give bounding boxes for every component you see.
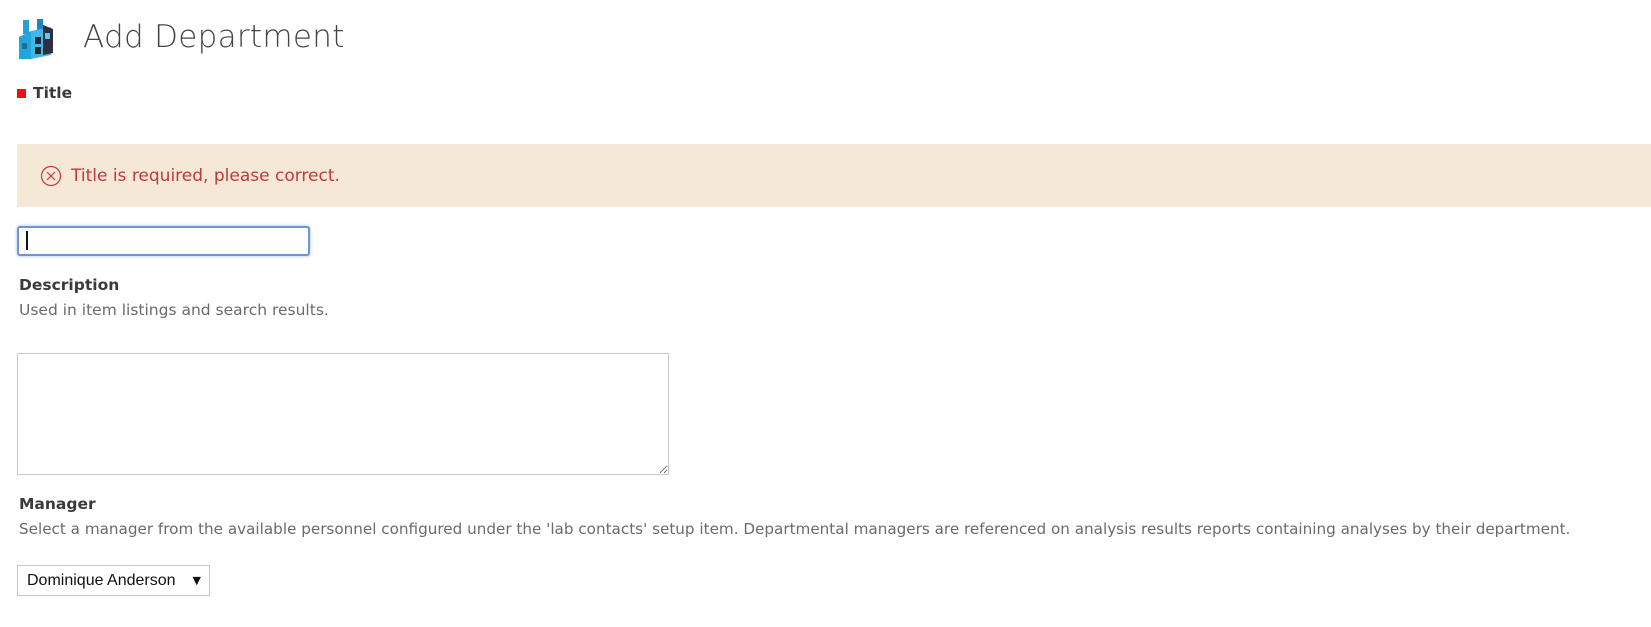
manager-field-label: Manager bbox=[19, 495, 96, 513]
page-header bbox=[17, 14, 57, 64]
error-circle-x-icon bbox=[40, 165, 62, 186]
text-caret bbox=[26, 231, 28, 250]
error-message: Title is required, please correct. bbox=[71, 165, 340, 186]
description-field-label-row: Description bbox=[19, 276, 119, 294]
required-marker bbox=[17, 88, 26, 98]
title-field-label-row: Title bbox=[17, 84, 72, 102]
manager-select-value: Dominique Anderson bbox=[27, 571, 176, 589]
error-banner: Title is required, please correct. bbox=[17, 144, 1651, 207]
manager-select[interactable]: Dominique Anderson ▼ bbox=[17, 565, 210, 596]
manager-field-label-row: Manager bbox=[19, 495, 96, 513]
page-title: Add Department bbox=[83, 19, 345, 55]
title-field-label: Title bbox=[33, 84, 73, 102]
description-field-label: Description bbox=[19, 276, 120, 294]
department-factory-icon bbox=[19, 19, 53, 59]
manager-help-text: Select a manager from the available pers… bbox=[19, 520, 1571, 538]
dropdown-arrow-icon: ▼ bbox=[192, 574, 201, 587]
description-textarea[interactable] bbox=[17, 353, 669, 475]
description-help-text: Used in item listings and search results… bbox=[19, 301, 329, 319]
title-input[interactable] bbox=[17, 226, 310, 256]
